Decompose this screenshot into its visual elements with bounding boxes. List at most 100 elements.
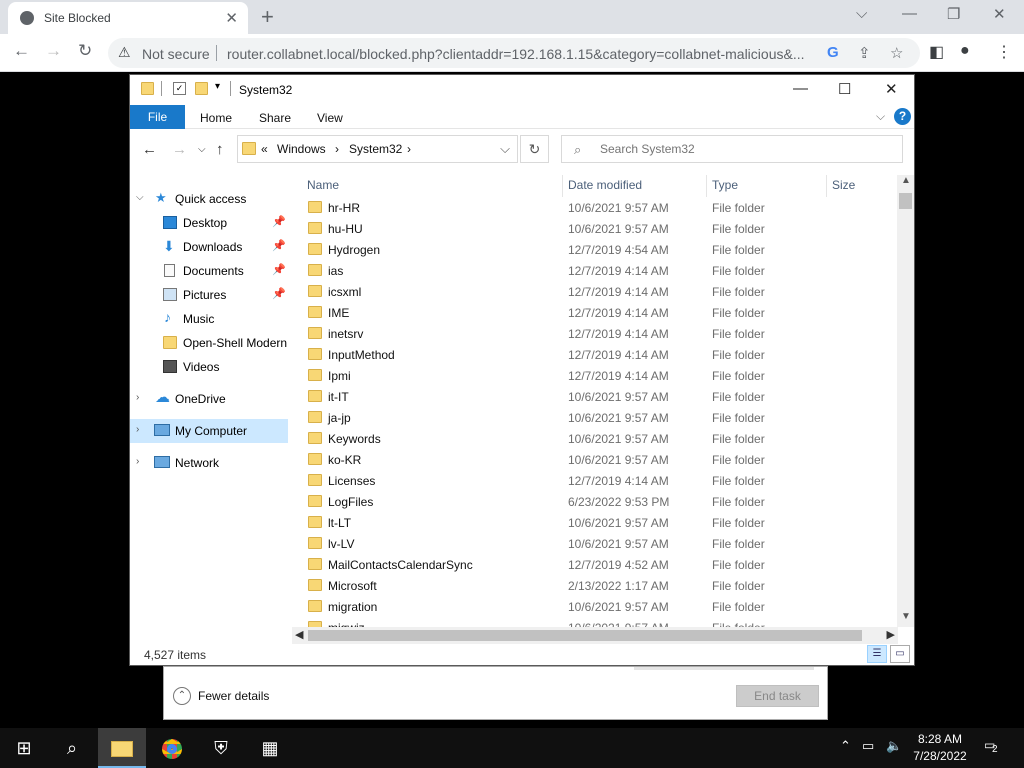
tab-file[interactable]: File: [130, 105, 185, 129]
table-row[interactable]: inetsrv 12/7/2019 4:14 AM File folder: [294, 323, 892, 344]
breadcrumb-separator[interactable]: ›: [407, 142, 411, 156]
nav-my-computer[interactable]: › My Computer: [130, 419, 288, 443]
up-arrow-icon[interactable]: ↑: [216, 141, 224, 158]
search-icon[interactable]: ⌕: [48, 728, 96, 768]
nav-network[interactable]: › Network: [130, 451, 288, 475]
column-header-date[interactable]: Date modified: [568, 178, 642, 192]
close-tab-icon[interactable]: ✕: [225, 9, 238, 27]
nav-music[interactable]: ♪ Music: [130, 307, 288, 331]
security-shield-icon[interactable]: ⛨: [197, 728, 245, 768]
table-row[interactable]: icsxml 12/7/2019 4:14 AM File folder: [294, 281, 892, 302]
close-button[interactable]: ✕: [885, 80, 898, 98]
expand-chevron-icon[interactable]: ›: [136, 456, 139, 467]
new-folder-icon[interactable]: [195, 82, 208, 95]
breadcrumb-separator[interactable]: ›: [335, 142, 339, 156]
breadcrumb-overflow[interactable]: «: [261, 142, 268, 156]
notification-icon[interactable]: ▭ 2: [984, 738, 1006, 756]
fewer-details-link[interactable]: Fewer details: [198, 689, 269, 703]
address-bar[interactable]: ⚠ Not secure router.collabnet.local/bloc…: [108, 38, 920, 68]
breadcrumb-windows[interactable]: Windows: [277, 142, 326, 156]
nav-downloads[interactable]: ⬇ Downloads 📌: [130, 235, 288, 259]
minimize-button[interactable]: —: [902, 5, 917, 22]
back-arrow-icon[interactable]: ←: [13, 41, 30, 61]
pin-icon[interactable]: 📌: [272, 263, 286, 276]
table-row[interactable]: hr-HR 10/6/2021 9:57 AM File folder: [294, 197, 892, 218]
table-row[interactable]: Licenses 12/7/2019 4:14 AM File folder: [294, 470, 892, 491]
collapse-chevron-icon[interactable]: ⌵: [136, 192, 144, 203]
tab-search-icon[interactable]: ⌵: [856, 5, 867, 22]
task-manager-icon[interactable]: ▦: [246, 728, 294, 768]
refresh-button[interactable]: ↻: [520, 135, 549, 163]
tab-home[interactable]: Home: [200, 111, 232, 125]
table-row[interactable]: ja-jp 10/6/2021 9:57 AM File folder: [294, 407, 892, 428]
breadcrumb-system32[interactable]: System32: [349, 142, 402, 156]
file-explorer-taskbar-icon[interactable]: [98, 728, 146, 768]
expand-ribbon-icon[interactable]: ⌵: [876, 109, 885, 124]
details-view-button[interactable]: ☰: [867, 645, 887, 663]
table-row[interactable]: lv-LV 10/6/2021 9:57 AM File folder: [294, 533, 892, 554]
back-arrow-icon[interactable]: ←: [142, 141, 157, 158]
scroll-left-icon[interactable]: ◀: [295, 628, 303, 641]
nav-open-shell[interactable]: Open-Shell Modern: [130, 331, 288, 355]
nav-onedrive[interactable]: › ☁ OneDrive: [130, 387, 288, 411]
scroll-down-icon[interactable]: ▼: [901, 611, 911, 622]
minimize-button[interactable]: —: [793, 80, 808, 97]
google-translate-icon[interactable]: G: [827, 44, 839, 61]
table-row[interactable]: MailContactsCalendarSync 12/7/2019 4:52 A…: [294, 554, 892, 575]
more-menu-icon[interactable]: ⋮: [996, 42, 1012, 62]
properties-checkbox-icon[interactable]: ✓: [173, 82, 186, 95]
search-input[interactable]: [600, 141, 890, 157]
column-header-name[interactable]: Name: [307, 178, 339, 192]
address-breadcrumb[interactable]: « Windows › System32 › ⌵: [237, 135, 518, 163]
help-icon[interactable]: ?: [894, 108, 911, 125]
nav-videos[interactable]: Videos: [130, 355, 288, 379]
vertical-scrollbar[interactable]: ▲ ▼: [897, 175, 914, 627]
column-separator[interactable]: [826, 175, 827, 197]
reload-icon[interactable]: ↻: [78, 41, 92, 61]
expand-chevron-icon[interactable]: ›: [136, 392, 139, 403]
scroll-right-icon[interactable]: ▶: [887, 628, 895, 641]
table-row[interactable]: lt-LT 10/6/2021 9:57 AM File folder: [294, 512, 892, 533]
end-task-button[interactable]: End task: [736, 685, 819, 707]
scroll-thumb[interactable]: [899, 193, 912, 209]
clock[interactable]: 8:28 AM 7/28/2022: [912, 731, 968, 765]
tab-share[interactable]: Share: [259, 111, 291, 125]
maximize-button[interactable]: ☐: [838, 80, 851, 98]
restore-button[interactable]: ❐: [947, 5, 960, 23]
profile-avatar-icon[interactable]: ●: [960, 42, 970, 60]
forward-arrow-icon[interactable]: →: [45, 41, 62, 61]
table-row[interactable]: Microsoft 2/13/2022 1:17 AM File folder: [294, 575, 892, 596]
tab-view[interactable]: View: [317, 111, 343, 125]
column-separator[interactable]: [562, 175, 563, 197]
table-row[interactable]: ko-KR 10/6/2021 9:57 AM File folder: [294, 449, 892, 470]
table-row[interactable]: it-IT 10/6/2021 9:57 AM File folder: [294, 386, 892, 407]
url-text[interactable]: router.collabnet.local/blocked.php?clien…: [227, 46, 817, 62]
volume-icon[interactable]: 🔈: [886, 738, 902, 754]
scroll-thumb[interactable]: [308, 630, 862, 641]
table-row[interactable]: IME 12/7/2019 4:14 AM File folder: [294, 302, 892, 323]
expand-chevron-icon[interactable]: ›: [136, 424, 139, 435]
address-dropdown-icon[interactable]: ⌵: [500, 141, 510, 157]
close-window-button[interactable]: ✕: [993, 5, 1006, 23]
side-panel-icon[interactable]: ◧: [929, 42, 944, 62]
column-header-size[interactable]: Size: [832, 178, 855, 192]
new-tab-button[interactable]: +: [261, 4, 274, 30]
network-icon[interactable]: ▭: [862, 738, 874, 754]
show-hidden-icons-icon[interactable]: ⌃: [840, 738, 851, 754]
large-icons-view-button[interactable]: ▭: [890, 645, 910, 663]
nav-quick-access[interactable]: ⌵ ★ Quick access: [130, 187, 288, 211]
column-separator[interactable]: [706, 175, 707, 197]
share-icon[interactable]: ⇪: [858, 44, 871, 62]
table-row[interactable]: migwiz10/6/2021 9:57 AMFile folder: [294, 617, 892, 627]
nav-pictures[interactable]: Pictures 📌: [130, 283, 288, 307]
horizontal-scrollbar[interactable]: ◀ ▶: [292, 627, 898, 644]
chevron-up-icon[interactable]: ⌃: [173, 687, 191, 705]
browser-tab[interactable]: Site Blocked ✕: [8, 2, 248, 34]
pin-icon[interactable]: 📌: [272, 215, 286, 228]
table-row[interactable]: migration 10/6/2021 9:57 AM File folder: [294, 596, 892, 617]
table-row[interactable]: Ipmi 12/7/2019 4:14 AM File folder: [294, 365, 892, 386]
table-row[interactable]: Keywords 10/6/2021 9:57 AM File folder: [294, 428, 892, 449]
quick-access-dropdown-icon[interactable]: ▾: [215, 81, 220, 92]
chrome-icon[interactable]: [148, 728, 196, 768]
table-row[interactable]: ias 12/7/2019 4:14 AM File folder: [294, 260, 892, 281]
